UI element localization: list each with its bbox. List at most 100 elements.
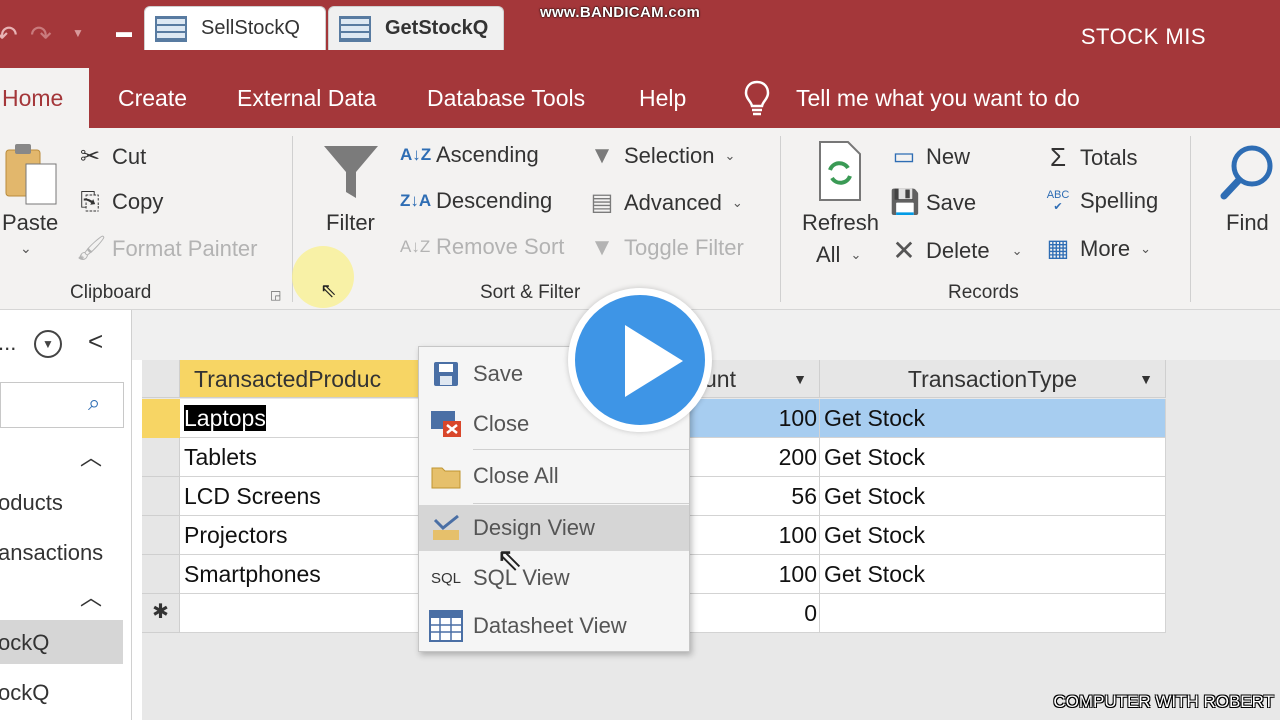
menu-item-design-view[interactable]: Design View — [419, 505, 689, 551]
cut-button[interactable]: ✂ Cut — [76, 142, 146, 171]
menu-item-label: Save — [473, 361, 524, 386]
table-cell-type[interactable]: Get Stock — [820, 438, 1166, 477]
new-record-button[interactable]: ▭ New — [890, 142, 970, 171]
ascending-button[interactable]: A↓Z Ascending — [400, 142, 539, 168]
delete-record-button[interactable]: ✕ Delete ⌄ — [890, 234, 1023, 267]
sort-ascending-icon: A↓Z — [400, 145, 432, 164]
column-filter-icon[interactable]: ▼ — [793, 360, 807, 398]
table-cell-type[interactable]: Get Stock — [820, 477, 1166, 516]
record-selector[interactable] — [142, 438, 180, 477]
nav-item-sellstockq[interactable]: ockQ — [0, 680, 49, 706]
find-label: Find — [1226, 210, 1269, 235]
remove-sort-button[interactable]: A↓Z Remove Sort — [400, 234, 564, 260]
selection-button[interactable]: ▼ Selection ⌄ — [588, 142, 735, 170]
toggle-filter-button[interactable]: ▼ Toggle Filter — [588, 234, 744, 262]
tab-help[interactable]: Help — [639, 68, 686, 128]
new-row-amount[interactable]: 0 — [690, 594, 820, 633]
tab-home[interactable]: Home — [0, 68, 90, 128]
paste-dropdown-icon[interactable]: ⌄ — [20, 240, 32, 257]
find-magnifier-icon[interactable] — [1218, 142, 1278, 202]
save-record-button[interactable]: 💾 Save — [890, 188, 976, 217]
more-button[interactable]: ▦ More ⌄ — [1044, 234, 1151, 263]
tab-sellstockq[interactable]: SellStockQ — [144, 6, 326, 50]
tab-create[interactable]: Create — [118, 68, 187, 128]
table-cell-amount[interactable]: 56 — [690, 477, 820, 516]
table-cell-type[interactable]: Get Stock — [820, 399, 1166, 438]
tell-me-search[interactable]: Tell me what you want to do — [796, 68, 1080, 128]
current-record-selector[interactable] — [142, 399, 180, 438]
refresh-icon[interactable] — [816, 140, 864, 202]
datasheet-icon — [419, 610, 473, 642]
save-icon: 💾 — [890, 189, 920, 216]
nav-item-transactions[interactable]: ansactions — [0, 540, 103, 566]
totals-button[interactable]: Σ Totals — [1044, 142, 1138, 173]
table-cell-amount[interactable]: 200 — [690, 438, 820, 477]
customize-toolbar-icon[interactable]: ▬ — [116, 24, 132, 42]
paste-button[interactable]: Paste — [2, 210, 58, 236]
format-painter-label: Format Painter — [112, 235, 258, 261]
record-selector[interactable] — [142, 477, 180, 516]
spelling-icon: ABC ✔ — [1046, 189, 1070, 213]
table-cell-type[interactable]: Get Stock — [820, 555, 1166, 594]
record-selector[interactable] — [142, 516, 180, 555]
selection-dropdown-icon: ⌄ — [724, 148, 736, 163]
video-play-button[interactable] — [568, 288, 712, 432]
nav-item-products[interactable]: oducts — [0, 490, 63, 516]
table-cell-amount[interactable]: 100 — [690, 555, 820, 594]
advanced-label: Advanced — [624, 189, 722, 215]
descending-button[interactable]: Z↓A Descending — [400, 188, 552, 214]
shutter-bar-close-icon[interactable]: < — [88, 326, 103, 357]
select-all-corner[interactable] — [142, 360, 180, 398]
nav-search-input[interactable] — [0, 382, 124, 428]
cut-label: Cut — [112, 143, 147, 169]
column-header-type[interactable]: TransactionType ▼ — [820, 360, 1166, 398]
advanced-button[interactable]: ▤ Advanced ⌄ — [588, 188, 743, 217]
refresh-all-button[interactable]: Refresh — [802, 210, 879, 236]
filter-icon[interactable] — [322, 142, 380, 202]
new-record-selector[interactable]: ✱ — [142, 594, 180, 633]
paste-icon[interactable] — [4, 142, 60, 208]
tab-getstockq[interactable]: GetStockQ — [328, 6, 504, 50]
table-cell-amount[interactable]: 100 — [690, 399, 820, 438]
redo-icon[interactable]: ↷ — [30, 20, 52, 51]
refresh-all-sub[interactable]: All ⌄ — [816, 242, 861, 268]
filter-button[interactable]: Filter — [326, 210, 375, 236]
more-dropdown-icon: ⌄ — [1140, 240, 1152, 256]
menu-item-close-all[interactable]: Close All — [419, 453, 689, 499]
new-row-type[interactable] — [820, 594, 1166, 633]
collapse-tables-icon[interactable]: ︿ — [80, 440, 102, 472]
tab-external-data[interactable]: External Data — [237, 68, 376, 128]
descending-label: Descending — [436, 188, 553, 213]
query-icon — [155, 15, 187, 42]
refresh-label: Refresh — [802, 210, 880, 235]
undo-icon[interactable]: ↶ — [0, 20, 18, 51]
nav-menu-dropdown-icon[interactable]: ▼ — [34, 330, 62, 358]
menu-item-label: Close All — [473, 463, 559, 488]
tab-database-tools[interactable]: Database Tools — [427, 68, 585, 128]
find-button[interactable]: Find — [1226, 210, 1269, 236]
format-painter-button[interactable]: 🖌 Format Painter — [76, 234, 258, 263]
collapse-queries-icon[interactable]: ︿ — [80, 580, 102, 612]
redo-dropdown-icon[interactable]: ▼ — [72, 26, 84, 40]
folder-icon — [419, 463, 473, 489]
spelling-button[interactable]: ABC ✔ Spelling — [1044, 188, 1159, 214]
more-grid-icon: ▦ — [1046, 235, 1070, 262]
save-icon — [419, 361, 473, 387]
abc-label: ABC — [1046, 189, 1070, 201]
copy-button[interactable]: ⎘ Copy — [76, 188, 163, 216]
spelling-label: Spelling — [1080, 188, 1159, 213]
nav-pane-title[interactable]: ... — [0, 330, 16, 356]
delete-label: Delete — [926, 237, 990, 263]
dialog-launcher-icon[interactable]: ◲ — [270, 288, 281, 302]
refresh-all-label: All — [816, 242, 841, 267]
app-title: STOCK MIS — [1080, 24, 1206, 49]
menu-item-datasheet-view[interactable]: Datasheet View — [419, 603, 689, 649]
delete-dropdown-icon: ⌄ — [1011, 242, 1023, 258]
nav-item-getstockq[interactable]: ockQ — [0, 630, 49, 656]
remove-sort-label: Remove Sort — [436, 234, 565, 259]
record-selector[interactable] — [142, 555, 180, 594]
table-cell-amount[interactable]: 100 — [690, 516, 820, 555]
table-cell-type[interactable]: Get Stock — [820, 516, 1166, 555]
menu-item-sql-view[interactable]: SQL SQL View — [419, 555, 689, 601]
column-filter-icon[interactable]: ▼ — [1139, 360, 1153, 398]
